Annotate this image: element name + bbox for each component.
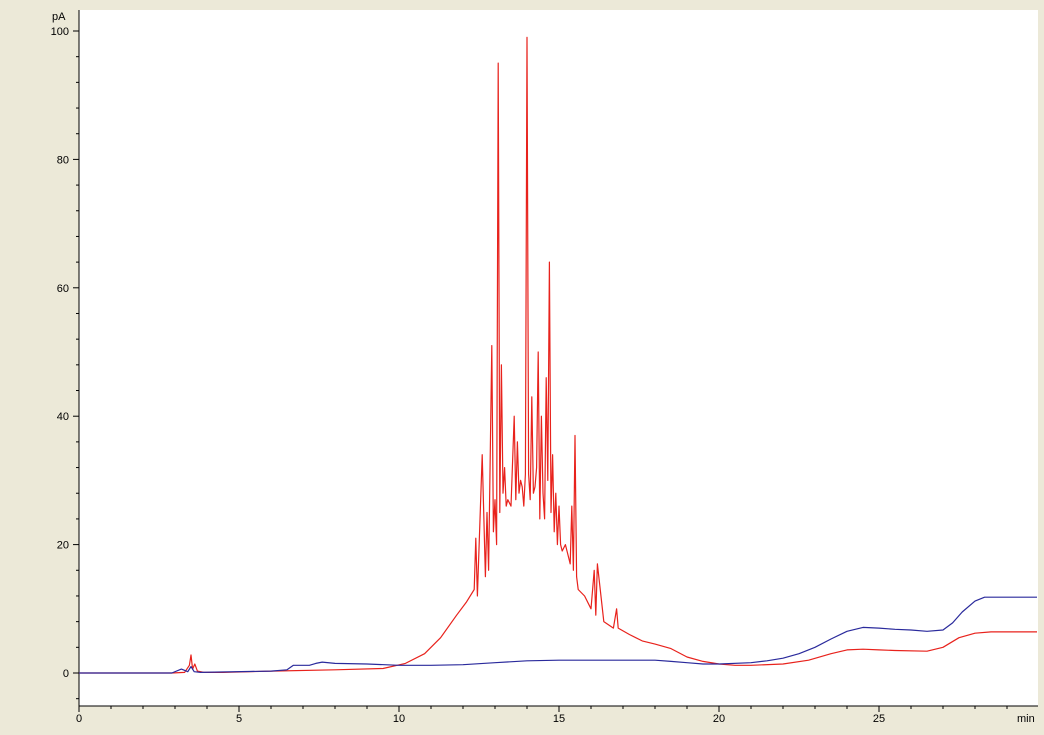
x-tick-label: 20 (713, 713, 725, 725)
y-tick-label: 100 (51, 26, 69, 38)
chromatogram-window: 0 20 40 60 80 100 0 5 10 15 20 25 pA min (0, 0, 1044, 735)
x-tick-label: 15 (553, 713, 565, 725)
y-tick-label: 0 (63, 668, 69, 680)
y-tick-label: 40 (57, 411, 69, 423)
y-tick-label: 80 (57, 154, 69, 166)
x-tick-label: 25 (873, 713, 885, 725)
y-tick-label: 20 (57, 540, 69, 552)
chromatogram-chart: 0 20 40 60 80 100 0 5 10 15 20 25 pA min (51, 10, 1038, 725)
x-tick-label: 0 (76, 713, 82, 725)
x-tick-label: 5 (236, 713, 242, 725)
y-axis-unit-label: pA (52, 11, 66, 23)
y-tick-label: 60 (57, 283, 69, 295)
plot-area (79, 10, 1038, 706)
x-tick-label: 10 (393, 713, 405, 725)
x-axis-unit-label: min (1017, 713, 1035, 725)
